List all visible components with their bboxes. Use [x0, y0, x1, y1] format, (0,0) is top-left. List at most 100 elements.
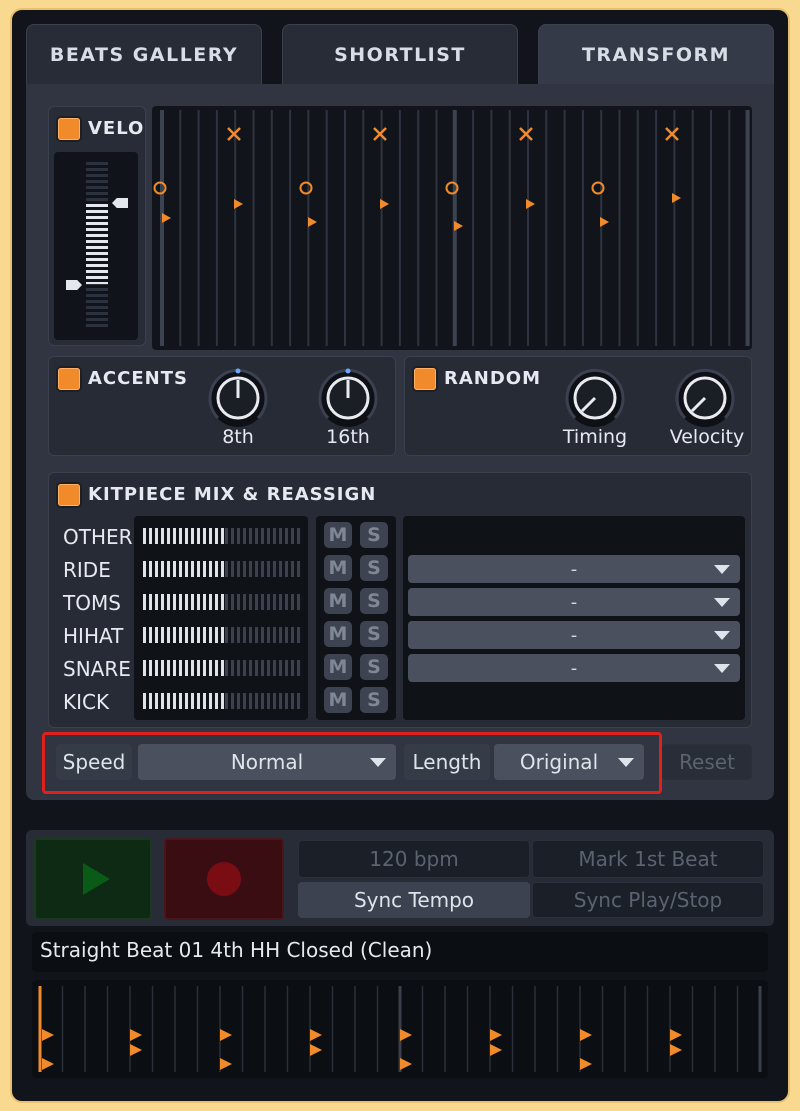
random-timing-knob[interactable] — [563, 366, 627, 430]
pattern-grid-svg — [153, 110, 750, 346]
velo-min-handle[interactable] — [66, 280, 82, 290]
hit-triangle-icon — [380, 199, 389, 209]
play-button[interactable] — [34, 838, 152, 920]
timeline-hit-icon — [130, 1029, 142, 1041]
record-button[interactable] — [164, 838, 284, 920]
velo-checkbox[interactable] — [58, 118, 80, 140]
kitpiece-name-toms: TOMS — [63, 591, 121, 615]
timeline-hit-icon — [580, 1029, 592, 1041]
kitpiece-name-ride: RIDE — [63, 558, 111, 582]
length-label: Length — [404, 744, 490, 780]
reassign-dropdown-toms[interactable]: - — [408, 588, 740, 616]
accents-checkbox[interactable] — [58, 368, 80, 390]
velo-range-fill — [86, 204, 108, 284]
random-checkbox[interactable] — [414, 368, 436, 390]
chevron-down-icon — [370, 758, 386, 767]
mute-button-kick[interactable]: M — [324, 687, 352, 713]
solo-button-kick[interactable]: S — [360, 687, 388, 713]
timeline-hit-icon — [130, 1044, 142, 1056]
velo-label: VELO — [88, 118, 145, 139]
accent-16th-knob[interactable] — [316, 366, 380, 430]
hit-triangle-icon — [308, 217, 317, 227]
kitpiece-name-hihat: HIHAT — [63, 624, 124, 648]
solo-button-snare[interactable]: S — [360, 654, 388, 680]
beat-timeline[interactable] — [32, 980, 768, 1078]
chevron-down-icon — [714, 598, 730, 607]
reassign-value-hihat: - — [570, 624, 578, 646]
hit-x-icon — [227, 127, 241, 141]
length-value: Original — [519, 750, 599, 774]
hit-circle-icon — [299, 181, 313, 195]
hit-triangle-icon — [162, 213, 171, 223]
accent-8th-label: 8th — [222, 426, 254, 448]
tab-shortlist[interactable]: SHORTLIST — [282, 24, 518, 84]
chevron-down-icon — [714, 565, 730, 574]
speed-label: Speed — [56, 744, 132, 780]
solo-button-ride[interactable]: S — [360, 555, 388, 581]
solo-button-toms[interactable]: S — [360, 588, 388, 614]
random-velocity-label: Velocity — [669, 426, 745, 448]
record-icon — [207, 862, 241, 896]
hit-triangle-icon — [526, 199, 535, 209]
timeline-hit-icon — [670, 1029, 682, 1041]
reassign-dropdown-snare[interactable]: - — [408, 654, 740, 682]
timeline-hit-icon — [220, 1058, 232, 1070]
mute-button-hihat[interactable]: M — [324, 621, 352, 647]
reassign-area — [403, 516, 745, 720]
length-dropdown[interactable]: Original — [494, 744, 644, 780]
level-slider-kick[interactable] — [143, 693, 303, 709]
level-slider-hihat[interactable] — [143, 627, 303, 643]
timeline-hit-icon — [310, 1044, 322, 1056]
sync-play-stop-button[interactable]: Sync Play/Stop — [532, 882, 764, 918]
mark-first-beat-button[interactable]: Mark 1st Beat — [532, 840, 764, 878]
solo-button-other[interactable]: S — [360, 522, 388, 548]
velo-max-handle[interactable] — [112, 198, 128, 208]
chevron-down-icon — [618, 758, 634, 767]
timeline-hit-icon — [220, 1029, 232, 1041]
random-timing-label: Timing — [562, 426, 628, 448]
timeline-hit-icon — [400, 1058, 412, 1070]
accent-8th-knob[interactable] — [206, 366, 270, 430]
sync-tempo-button[interactable]: Sync Tempo — [298, 882, 530, 918]
level-slider-ride[interactable] — [143, 561, 303, 577]
beat-name-display: Straight Beat 01 4th HH Closed (Clean) — [32, 932, 768, 972]
mute-button-ride[interactable]: M — [324, 555, 352, 581]
solo-button-hihat[interactable]: S — [360, 621, 388, 647]
hit-x-icon — [665, 127, 679, 141]
accent-16th-label: 16th — [326, 426, 370, 448]
hit-triangle-icon — [672, 193, 681, 203]
timeline-hit-icon — [490, 1044, 502, 1056]
mix-levels-area — [134, 516, 308, 720]
hit-triangle-icon — [454, 221, 463, 231]
random-velocity-knob[interactable] — [673, 366, 737, 430]
speed-value: Normal — [230, 750, 304, 774]
reassign-dropdown-ride[interactable]: - — [408, 555, 740, 583]
reassign-value-snare: - — [570, 657, 578, 679]
random-label: RANDOM — [444, 368, 542, 389]
kitpiece-checkbox[interactable] — [58, 484, 80, 506]
reassign-dropdown-hihat[interactable]: - — [408, 621, 740, 649]
level-slider-other[interactable] — [143, 528, 303, 544]
mute-button-other[interactable]: M — [324, 522, 352, 548]
velo-range-slider[interactable] — [54, 152, 138, 340]
mute-button-snare[interactable]: M — [324, 654, 352, 680]
reset-button[interactable]: Reset — [662, 744, 752, 780]
kitpiece-name-kick: KICK — [63, 690, 110, 714]
timeline-hit-icon — [490, 1029, 502, 1041]
chevron-down-icon — [714, 631, 730, 640]
timeline-svg — [38, 986, 762, 1072]
mute-button-toms[interactable]: M — [324, 588, 352, 614]
hit-triangle-icon — [600, 217, 609, 227]
play-icon — [83, 863, 110, 895]
level-slider-snare[interactable] — [143, 660, 303, 676]
accents-label: ACCENTS — [88, 368, 188, 389]
tab-beats-gallery[interactable]: BEATS GALLERY — [26, 24, 262, 84]
velocity-pattern-grid[interactable] — [152, 106, 752, 350]
timeline-hit-icon — [310, 1029, 322, 1041]
speed-dropdown[interactable]: Normal — [138, 744, 396, 780]
tab-transform[interactable]: TRANSFORM — [538, 24, 774, 84]
kitpiece-name-other: OTHER — [63, 525, 133, 549]
level-slider-toms[interactable] — [143, 594, 303, 610]
reassign-value-toms: - — [570, 591, 578, 613]
tempo-display[interactable]: 120 bpm — [298, 840, 530, 878]
